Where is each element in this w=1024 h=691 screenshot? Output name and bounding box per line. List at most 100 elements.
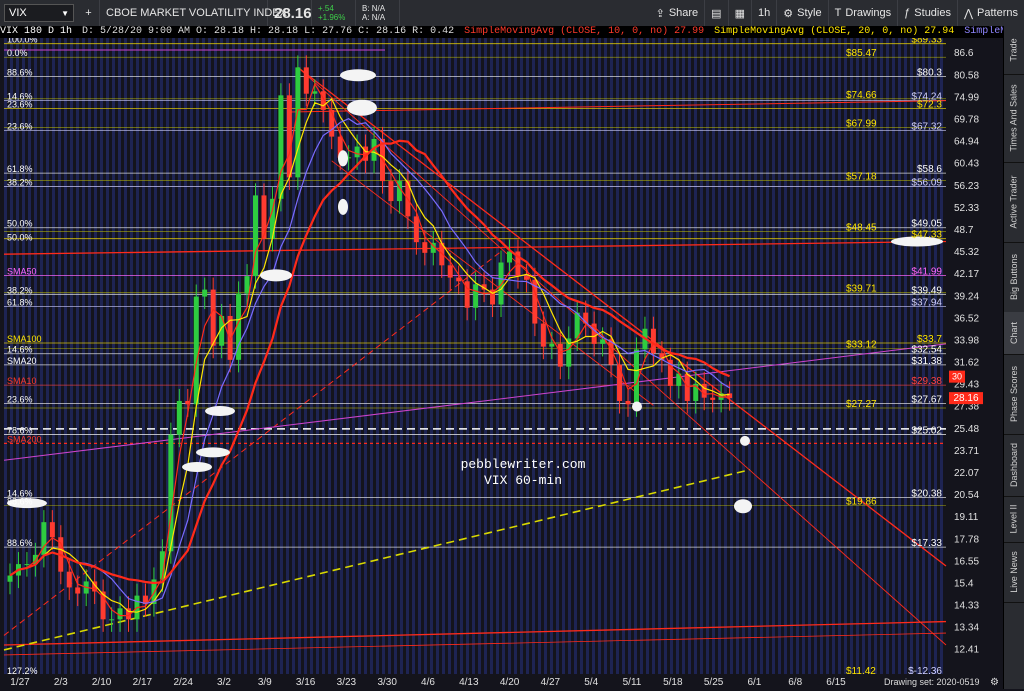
time-band	[826, 38, 829, 674]
time-band	[214, 38, 217, 674]
time-band	[706, 38, 709, 674]
drawings-button[interactable]: T Drawings	[829, 0, 899, 26]
sidebar-tab-level-ii[interactable]: Level II	[1004, 496, 1024, 543]
patterns-button[interactable]: ⋀ Patterns	[958, 0, 1024, 26]
symbol-selector[interactable]: VIX ▼	[4, 4, 74, 22]
time-band	[334, 38, 337, 674]
date-tick-label: 1/27	[10, 677, 30, 688]
time-band	[316, 38, 319, 674]
change-block: +.54 +1.96%	[312, 0, 356, 26]
bid-ask-block: B: N/A A: N/A	[356, 0, 400, 26]
price-tick-label: 56.23	[954, 181, 979, 192]
price-tick-label: 22.07	[954, 468, 979, 479]
legend-sma50[interactable]: SimpleMovingAvg (CLOSE, 50, 0,...	[964, 26, 1004, 37]
right-level-label: $25.02	[911, 425, 942, 436]
time-band	[100, 38, 103, 674]
time-band	[838, 38, 841, 674]
sidebar-tab-chart[interactable]: Chart	[1004, 312, 1024, 355]
fib-label: 88.6%	[7, 538, 33, 548]
date-tick-label: 4/27	[541, 677, 561, 688]
time-band	[274, 38, 277, 674]
sidebar-tab-trade[interactable]: Trade	[1004, 26, 1024, 75]
candle-body	[422, 242, 428, 253]
sidebar-tab-phase-scores[interactable]: Phase Scores	[1004, 354, 1024, 435]
candle-body	[625, 400, 631, 405]
fib-label: 14.6%	[7, 345, 33, 355]
style-button[interactable]: ⚙ Style	[777, 0, 829, 26]
time-band	[604, 38, 607, 674]
right-level-label: $72.3	[917, 100, 942, 111]
aggregation-button[interactable]: 1h	[752, 0, 778, 26]
candle-body	[244, 276, 250, 294]
studies-button[interactable]: ƒ Studies	[898, 0, 958, 26]
fib-label: SMA100	[7, 334, 42, 344]
chart-svg[interactable]: 100.0% 0.0% 88.6% 14.6% 23.6% 23.6% 61.8% 38.2%…	[0, 35, 1004, 677]
time-band	[694, 38, 697, 674]
share-button[interactable]: ⇪ Share	[650, 0, 706, 26]
price-tick-label: 13.34	[954, 622, 979, 633]
fib-label: 61.8%	[7, 164, 33, 174]
yellow-level-label: $74.66	[846, 90, 877, 101]
candle-body	[617, 364, 623, 401]
sidebar-tab-label: Dashboard	[1009, 442, 1019, 488]
price-tick-label: 19.11	[954, 512, 979, 523]
time-band	[256, 38, 259, 674]
candle-body	[523, 276, 529, 280]
time-band	[502, 38, 505, 674]
style-label: Style	[797, 7, 822, 19]
settings-icon[interactable]: ⚙	[990, 677, 999, 688]
price-tick-label: 15.4	[954, 578, 974, 589]
time-band	[832, 38, 835, 674]
sidebar-tab-times-and-sales[interactable]: Times And Sales	[1004, 74, 1024, 163]
sidebar-tab-live-news[interactable]: Live News	[1004, 542, 1024, 603]
price-chart[interactable]: 100.0% 0.0% 88.6% 14.6% 23.6% 23.6% 61.8% 38.2%…	[0, 35, 1004, 677]
time-band	[718, 38, 721, 674]
pebble-mark	[338, 150, 348, 167]
pebble-mark	[340, 69, 376, 82]
sidebar-tab-label: Live News	[1009, 551, 1020, 593]
candle-body	[413, 216, 419, 243]
time-band	[520, 38, 523, 674]
fib-label: SMA200	[7, 434, 42, 444]
time-band	[616, 38, 619, 674]
yellow-level-label: $27.27	[846, 399, 877, 410]
time-band	[178, 38, 181, 674]
time-band	[148, 38, 151, 674]
time-band	[388, 38, 391, 674]
price-tick-label: 23.71	[954, 446, 979, 457]
right-level-label: $37.94	[911, 298, 942, 309]
print-button[interactable]: ▤	[705, 0, 729, 26]
legend-sma10[interactable]: SimpleMovingAvg (CLOSE, 10, 0, no) 27.99	[464, 26, 704, 37]
right-level-label: $47.33	[911, 230, 942, 241]
time-band	[322, 38, 325, 674]
fib-label: 50.0%	[7, 233, 33, 243]
price-tick-label: 39.24	[954, 291, 979, 302]
price-tick-label: 60.43	[954, 159, 979, 170]
right-level-label: $58.6	[917, 164, 942, 175]
share-label: Share	[668, 7, 699, 19]
calendar-button[interactable]: ▦	[729, 0, 752, 26]
sidebar-tab-active-trader[interactable]: Active Trader	[1004, 162, 1024, 243]
time-band	[208, 38, 211, 674]
right-level-label: $27.67	[911, 395, 942, 406]
time-band	[418, 38, 421, 674]
time-band	[700, 38, 703, 674]
date-tick-label: 3/23	[337, 677, 357, 688]
studies-label: Studies	[914, 7, 951, 19]
legend-sma20[interactable]: SimpleMovingAvg (CLOSE, 20, 0, no) 27.94	[714, 26, 954, 37]
drawing-set-label[interactable]: Drawing set: 2020-0519	[884, 677, 980, 687]
time-band	[454, 38, 457, 674]
time-band	[40, 38, 43, 674]
sidebar-tab-dashboard[interactable]: Dashboard	[1004, 434, 1024, 497]
fib-label: 0.0%	[7, 48, 28, 58]
date-tick-label: 2/24	[173, 677, 193, 688]
price-tick-label: 80.58	[954, 70, 979, 81]
add-symbol-button[interactable]: +	[78, 0, 100, 26]
pebble-mark	[196, 447, 230, 458]
time-band	[436, 38, 439, 674]
time-band	[364, 38, 367, 674]
sidebar-tab-big-buttons[interactable]: Big Buttons	[1004, 242, 1024, 313]
time-band	[784, 38, 787, 674]
date-tick-label: 5/25	[704, 677, 724, 688]
time-band	[688, 38, 691, 674]
